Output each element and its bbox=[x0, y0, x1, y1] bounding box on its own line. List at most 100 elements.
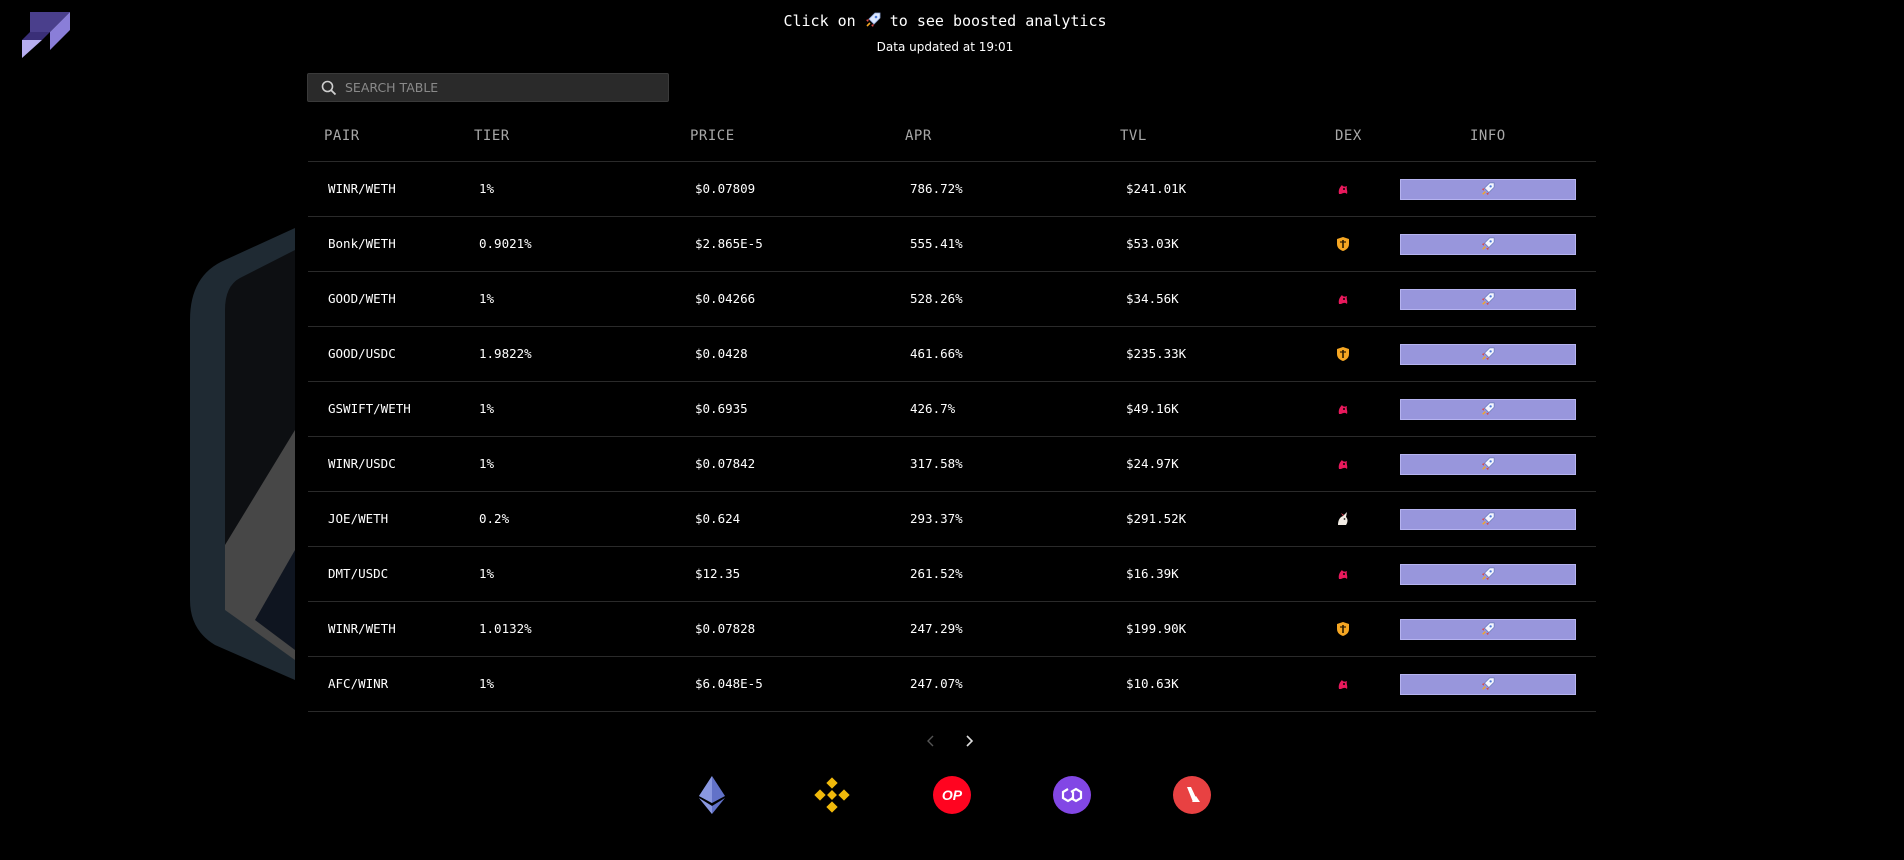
tvl-cell: $24.97K bbox=[1126, 456, 1179, 471]
tier-cell: 1.0132% bbox=[479, 621, 532, 636]
boosted-analytics-button[interactable] bbox=[1400, 233, 1576, 255]
boosted-analytics-button[interactable] bbox=[1400, 563, 1576, 585]
chain-ethereum[interactable] bbox=[693, 776, 731, 814]
info-cell bbox=[1400, 382, 1576, 436]
boosted-analytics-button[interactable] bbox=[1400, 453, 1576, 475]
dex-cell bbox=[1333, 657, 1353, 711]
shield-icon bbox=[1336, 346, 1350, 362]
dex-cell bbox=[1333, 602, 1353, 656]
chain-polygon[interactable] bbox=[1053, 776, 1091, 814]
price-cell: $6.048E-5 bbox=[695, 676, 763, 691]
boosted-analytics-button[interactable] bbox=[1400, 673, 1576, 695]
tier-cell: 1% bbox=[479, 566, 495, 581]
prev-page-button[interactable] bbox=[923, 731, 939, 751]
column-header-dex[interactable]: DEX bbox=[1335, 125, 1362, 161]
apr-cell: 528.26% bbox=[910, 291, 963, 306]
table-body: WINR/WETH 1% $0.07809 786.72% $241.01K Bonk/W… bbox=[308, 162, 1596, 712]
tvl-cell: $53.03K bbox=[1126, 236, 1179, 251]
table-row[interactable]: DMT/USDC 1% $12.35 261.52% $16.39K bbox=[308, 547, 1596, 602]
tier-cell: 1% bbox=[479, 456, 495, 471]
info-cell bbox=[1400, 492, 1576, 546]
apr-cell: 555.41% bbox=[910, 236, 963, 251]
table-row[interactable]: AFC/WINR 1% $6.048E-5 247.07% $10.63K bbox=[308, 657, 1596, 712]
tier-cell: 1% bbox=[479, 181, 495, 196]
price-cell: $0.624 bbox=[695, 511, 741, 526]
rocket-icon bbox=[1481, 237, 1495, 251]
info-cell bbox=[1400, 547, 1576, 601]
boosted-analytics-button[interactable] bbox=[1400, 343, 1576, 365]
uniswap-icon bbox=[1336, 567, 1350, 581]
table-row[interactable]: Bonk/WETH 0.9021% $2.865E-5 555.41% $53.03K bbox=[308, 217, 1596, 272]
dex-cell bbox=[1333, 492, 1353, 546]
next-page-button[interactable] bbox=[961, 731, 977, 751]
rocket-icon bbox=[865, 12, 881, 27]
column-header-tier[interactable]: TIER bbox=[474, 125, 510, 161]
table-row[interactable]: WINR/WETH 1% $0.07809 786.72% $241.01K bbox=[308, 162, 1596, 217]
tvl-cell: $16.39K bbox=[1126, 566, 1179, 581]
chain-avalanche[interactable] bbox=[1173, 776, 1211, 814]
info-cell bbox=[1400, 217, 1576, 271]
boosted-analytics-button[interactable] bbox=[1400, 508, 1576, 530]
search-icon bbox=[321, 80, 337, 95]
search-input[interactable] bbox=[345, 80, 645, 95]
rocket-icon bbox=[1481, 677, 1495, 691]
apr-cell: 786.72% bbox=[910, 181, 963, 196]
dex-cell bbox=[1333, 327, 1353, 381]
uniswap-icon bbox=[1336, 457, 1350, 471]
chain-optimism[interactable]: OP bbox=[933, 776, 971, 814]
dex-cell bbox=[1333, 217, 1353, 271]
column-header-info[interactable]: INFO bbox=[1470, 125, 1506, 161]
column-header-apr[interactable]: APR bbox=[905, 125, 932, 161]
dex-cell bbox=[1333, 547, 1353, 601]
tvl-cell: $10.63K bbox=[1126, 676, 1179, 691]
tvl-cell: $291.52K bbox=[1126, 511, 1187, 526]
shield-icon bbox=[1336, 236, 1350, 252]
table-row[interactable]: GSWIFT/WETH 1% $0.6935 426.7% $49.16K bbox=[308, 382, 1596, 437]
dex-cell bbox=[1333, 382, 1353, 436]
background-decoration bbox=[190, 228, 295, 680]
table-row[interactable]: WINR/WETH 1.0132% $0.07828 247.29% $199.90K bbox=[308, 602, 1596, 657]
info-cell bbox=[1400, 162, 1576, 216]
column-header-price[interactable]: PRICE bbox=[690, 125, 735, 161]
price-cell: $0.6935 bbox=[695, 401, 748, 416]
tvl-cell: $199.90K bbox=[1126, 621, 1187, 636]
table-row[interactable]: JOE/WETH 0.2% $0.624 293.37% $291.52K bbox=[308, 492, 1596, 547]
search-box[interactable] bbox=[307, 73, 669, 102]
column-header-tvl[interactable]: TVL bbox=[1120, 125, 1147, 161]
tier-cell: 1% bbox=[479, 401, 495, 416]
uniswap-icon bbox=[1336, 402, 1350, 416]
bnb-icon bbox=[814, 777, 850, 813]
info-cell bbox=[1400, 602, 1576, 656]
column-header-pair[interactable]: PAIR bbox=[324, 125, 360, 161]
rocket-icon bbox=[1481, 622, 1495, 636]
tvl-cell: $235.33K bbox=[1126, 346, 1187, 361]
apr-cell: 247.07% bbox=[910, 676, 963, 691]
table-row[interactable]: GOOD/USDC 1.9822% $0.0428 461.66% $235.33K bbox=[308, 327, 1596, 382]
tvl-cell: $241.01K bbox=[1126, 181, 1187, 196]
dex-cell bbox=[1333, 162, 1353, 216]
pagination bbox=[923, 731, 977, 751]
avalanche-icon bbox=[1187, 787, 1200, 802]
chain-bnb[interactable] bbox=[813, 776, 851, 814]
data-updated-text: Data updated at 19:01 bbox=[876, 40, 1014, 54]
apr-cell: 247.29% bbox=[910, 621, 963, 636]
pair-cell: GOOD/WETH bbox=[328, 291, 396, 306]
rocket-icon bbox=[1481, 457, 1495, 471]
table-row[interactable]: WINR/USDC 1% $0.07842 317.58% $24.97K bbox=[308, 437, 1596, 492]
tier-cell: 1.9822% bbox=[479, 346, 532, 361]
rocket-icon bbox=[1481, 402, 1495, 416]
boosted-analytics-button[interactable] bbox=[1400, 398, 1576, 420]
uniswap-icon bbox=[1336, 292, 1350, 306]
dex-cell bbox=[1333, 272, 1353, 326]
boosted-analytics-button[interactable] bbox=[1400, 618, 1576, 640]
table-row[interactable]: GOOD/WETH 1% $0.04266 528.26% $34.56K bbox=[308, 272, 1596, 327]
price-cell: $0.0428 bbox=[695, 346, 748, 361]
boosted-analytics-button[interactable] bbox=[1400, 178, 1576, 200]
price-cell: $2.865E-5 bbox=[695, 236, 763, 251]
rocket-icon bbox=[1481, 292, 1495, 306]
table-header: PAIR TIER PRICE APR TVL DEX INFO bbox=[308, 125, 1596, 162]
boosted-analytics-button[interactable] bbox=[1400, 288, 1576, 310]
tvl-cell: $34.56K bbox=[1126, 291, 1179, 306]
pair-cell: GOOD/USDC bbox=[328, 346, 396, 361]
rocket-icon bbox=[1481, 512, 1495, 526]
